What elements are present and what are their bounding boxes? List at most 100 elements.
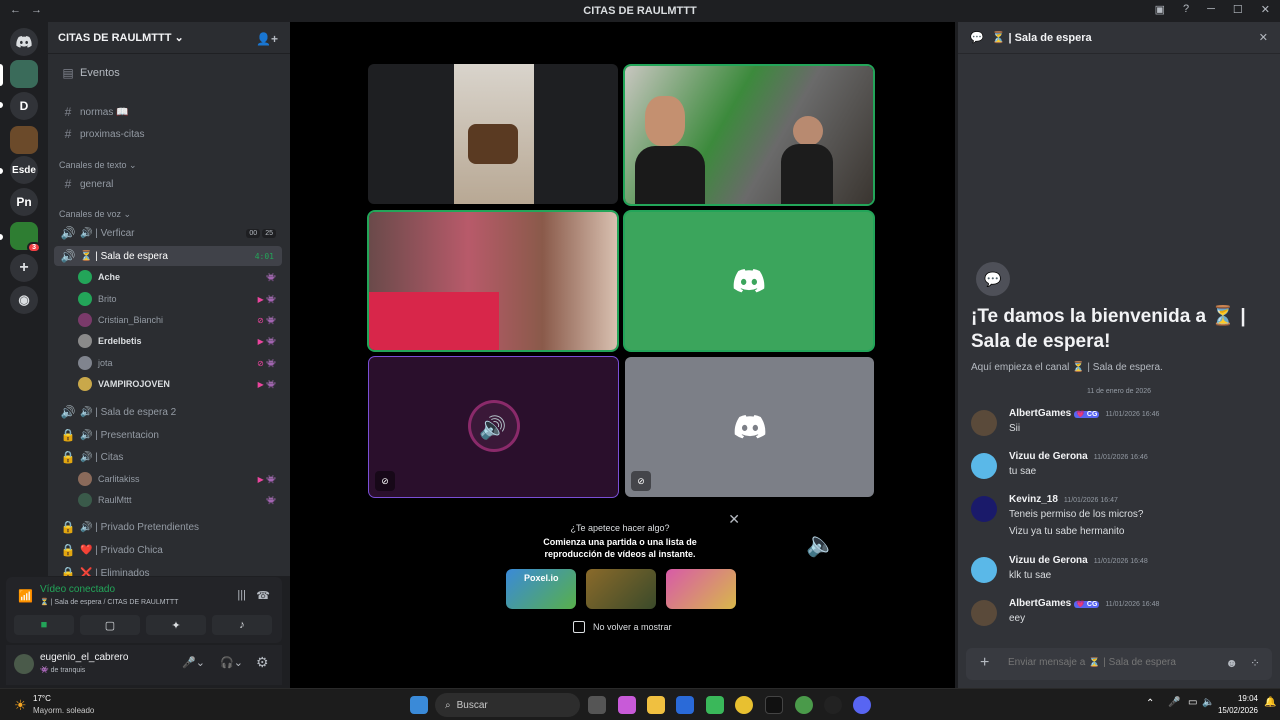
tray-network-icon[interactable]: ▭ bbox=[1188, 697, 1197, 708]
help-icon[interactable]: ? bbox=[1183, 3, 1189, 16]
noise-suppression-icon[interactable]: ||| bbox=[237, 589, 246, 601]
voice-channel-privado-pretendientes[interactable]: 🔒 🔊 | Privado Pretendientes bbox=[54, 517, 282, 537]
windows-start-icon[interactable] bbox=[410, 696, 428, 714]
video-tile[interactable] bbox=[368, 64, 618, 204]
server-icon-pn[interactable]: Pn bbox=[10, 188, 38, 216]
video-tile-speaking[interactable] bbox=[625, 66, 873, 204]
avatar[interactable] bbox=[971, 496, 997, 522]
voice-user[interactable]: Carlitakiss ▶ 👾 bbox=[78, 470, 282, 488]
voice-channel-sala-de-espera[interactable]: 🔊 ⏳ | Sala de espera 4:01 bbox=[54, 246, 282, 266]
chrome-profile-icon[interactable] bbox=[795, 696, 813, 714]
voice-user[interactable]: Erdelbetis ▶ 👾 bbox=[78, 332, 282, 350]
voice-channel-privado-chica[interactable]: 🔒 ❤️ | Privado Chica bbox=[54, 540, 282, 560]
voice-channel-citas[interactable]: 🔒 🔊 | Citas bbox=[54, 447, 282, 467]
close-icon[interactable]: ✕ bbox=[728, 511, 740, 528]
emoji-icon[interactable]: ☻ bbox=[1225, 656, 1238, 670]
close-chat-icon[interactable]: ✕ bbox=[1259, 31, 1268, 44]
explore-icon[interactable]: ◉ bbox=[10, 286, 38, 314]
checkbox-box[interactable] bbox=[573, 621, 585, 633]
clock-time[interactable]: 19:04 bbox=[1220, 694, 1258, 703]
avatar-tile[interactable]: ⊘ bbox=[625, 357, 874, 497]
voice-user[interactable]: Ache 👾 bbox=[78, 268, 282, 286]
channel-normas[interactable]: # normas 📖 bbox=[54, 102, 282, 122]
message-author[interactable]: AlbertGames bbox=[1009, 408, 1071, 419]
clock-date[interactable]: 15/02/2026 bbox=[1210, 706, 1258, 715]
voice-user[interactable]: VAMPIROJOVEN ▶ 👾 bbox=[78, 375, 282, 393]
voice-channel-verificar[interactable]: 🔊 🔊 | Verficar 00 25 bbox=[54, 223, 282, 243]
message-author[interactable]: Vizuu de Gerona bbox=[1009, 451, 1088, 462]
server-icon-d[interactable]: D bbox=[10, 92, 38, 120]
avatar-tile[interactable]: 🔊 ⊘ bbox=[369, 357, 618, 497]
add-member-icon[interactable]: 👤+ bbox=[256, 32, 278, 46]
close-window-icon[interactable]: ✕ bbox=[1261, 3, 1270, 16]
notifications-icon[interactable]: 🔔 bbox=[1264, 697, 1276, 708]
avatar[interactable] bbox=[971, 453, 997, 479]
taskbar-search[interactable]: ⌕ Buscar bbox=[435, 693, 580, 717]
activity-poxel[interactable]: Poxel.io bbox=[506, 569, 576, 609]
settings-gear-icon[interactable]: ⚙ bbox=[256, 654, 269, 671]
microphone-icon[interactable]: 🎤⌄ bbox=[182, 656, 205, 669]
voice-user[interactable]: Brito ▶ 👾 bbox=[78, 290, 282, 308]
message-author[interactable]: AlbertGames bbox=[1009, 598, 1071, 609]
voice-location[interactable]: ⏳ | Sala de espera / CITAS DE RAULMTTT bbox=[40, 598, 178, 606]
server-icon-esde[interactable]: Esde bbox=[10, 156, 38, 184]
voice-channel-sala-de-espera-2[interactable]: 🔊 🔊 | Sala de espera 2 bbox=[54, 402, 282, 422]
discord-home-icon[interactable] bbox=[10, 28, 38, 56]
server-icon-green[interactable]: 3 bbox=[10, 222, 41, 253]
weather-temp[interactable]: 17°C bbox=[33, 694, 51, 703]
message-author[interactable]: Kevinz_18 bbox=[1009, 494, 1058, 505]
dont-show-checkbox[interactable]: No volver a mostrar bbox=[573, 621, 672, 633]
camera-button[interactable]: ■ bbox=[14, 615, 74, 635]
avatar[interactable] bbox=[971, 557, 997, 583]
avatar[interactable] bbox=[971, 600, 997, 626]
store-icon[interactable] bbox=[676, 696, 694, 714]
chrome-icon[interactable] bbox=[735, 696, 753, 714]
steam-icon[interactable] bbox=[824, 696, 842, 714]
activities-button[interactable]: ✦ bbox=[146, 615, 206, 635]
voice-user[interactable]: Cristian_Bianchi ⊘ 👾 bbox=[78, 311, 282, 329]
weather-text[interactable]: Mayorm. soleado bbox=[33, 706, 94, 715]
server-icon-citas[interactable] bbox=[10, 60, 38, 88]
activity-gartic[interactable] bbox=[666, 569, 736, 609]
avatar-tile[interactable] bbox=[625, 212, 873, 350]
attach-plus-icon[interactable]: + bbox=[980, 654, 989, 672]
avatar[interactable] bbox=[14, 654, 34, 674]
tiktok-icon[interactable] bbox=[765, 696, 783, 714]
apps-icon[interactable]: ⁘ bbox=[1250, 656, 1260, 670]
voice-channel-eliminados[interactable]: 🔒 ❌ | Eliminados bbox=[54, 563, 282, 576]
add-server-icon[interactable]: + bbox=[10, 254, 38, 282]
tray-mic-icon[interactable]: 🎤 bbox=[1168, 697, 1180, 708]
disconnect-icon[interactable]: ☎ bbox=[256, 589, 270, 602]
voice-user[interactable]: jota ⊘ 👾 bbox=[78, 354, 282, 372]
server-icon-avatar[interactable] bbox=[10, 126, 38, 154]
discord-taskbar-icon[interactable] bbox=[853, 696, 871, 714]
file-explorer-icon[interactable] bbox=[647, 696, 665, 714]
voice-user[interactable]: RaulMttt 👾 bbox=[78, 491, 282, 509]
video-person bbox=[793, 116, 823, 146]
inbox-icon[interactable]: ▣ bbox=[1155, 3, 1165, 16]
category-text[interactable]: Canales de texto ⌄ bbox=[54, 155, 282, 175]
message-input[interactable] bbox=[1008, 657, 1208, 668]
maximize-icon[interactable]: ☐ bbox=[1233, 3, 1243, 16]
app-icon[interactable] bbox=[706, 696, 724, 714]
voice-channel-presentacion[interactable]: 🔒 🔊 | Presentacion bbox=[54, 425, 282, 445]
video-tile-speaking[interactable] bbox=[369, 212, 617, 350]
task-view-icon[interactable] bbox=[588, 696, 606, 714]
avatar[interactable] bbox=[971, 410, 997, 436]
guild-header[interactable]: CITAS DE RAULMTTT ⌄ 👤+ bbox=[48, 22, 290, 54]
screen-share-button[interactable]: ▢ bbox=[80, 615, 140, 635]
events-item[interactable]: ▤ Eventos bbox=[54, 63, 282, 83]
volume-icon[interactable]: 🔈 bbox=[806, 530, 836, 559]
channel-general[interactable]: # general bbox=[54, 174, 282, 194]
soundboard-button[interactable]: ♪ bbox=[212, 615, 272, 635]
username[interactable]: eugenio_el_cabrero bbox=[40, 652, 128, 663]
channel-proximas-citas[interactable]: # proximas-citas bbox=[54, 124, 282, 144]
tray-chevron-icon[interactable]: ⌃ bbox=[1146, 698, 1154, 709]
headphones-icon[interactable]: 🎧⌄ bbox=[220, 656, 243, 669]
copilot-icon[interactable] bbox=[618, 696, 636, 714]
category-voice[interactable]: Canales de voz ⌄ bbox=[54, 204, 282, 224]
voice-status[interactable]: Vídeo conectado bbox=[40, 584, 115, 595]
activity-watch[interactable] bbox=[586, 569, 656, 609]
minimize-icon[interactable]: ─ bbox=[1207, 3, 1215, 16]
message-author[interactable]: Vizuu de Gerona bbox=[1009, 555, 1088, 566]
